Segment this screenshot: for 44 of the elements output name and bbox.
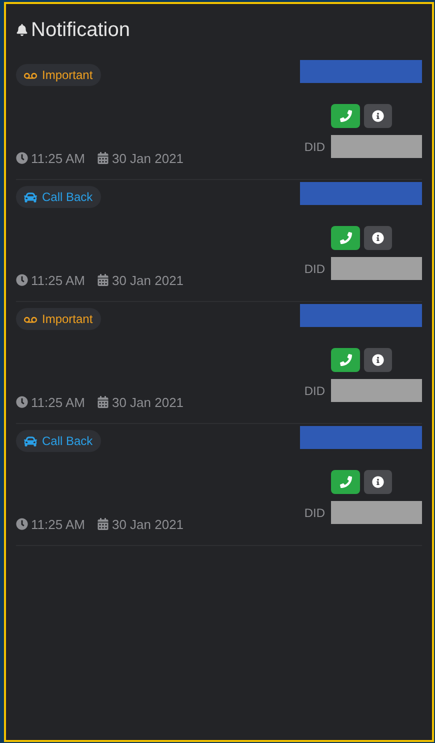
call-button[interactable] xyxy=(331,226,360,250)
time-text: 11:25 AM xyxy=(31,394,85,412)
did-label: DID xyxy=(304,382,325,400)
tag-badge: Important xyxy=(16,308,101,330)
time-text: 11:25 AM xyxy=(31,150,85,168)
did-label: DID xyxy=(304,260,325,278)
tag-badge: Call Back xyxy=(16,430,101,452)
date-text: 30 Jan 2021 xyxy=(112,150,184,168)
clock-icon xyxy=(16,518,28,530)
info-button[interactable] xyxy=(364,226,392,250)
did-label: DID xyxy=(304,138,325,156)
phone-icon xyxy=(340,476,352,488)
call-button[interactable] xyxy=(331,104,360,128)
info-icon xyxy=(372,476,384,488)
info-button[interactable] xyxy=(364,104,392,128)
panel-title: Notification xyxy=(31,20,130,40)
calendar-icon xyxy=(96,152,109,164)
info-icon xyxy=(372,354,384,366)
car-icon xyxy=(24,190,37,204)
clock-icon xyxy=(16,396,28,408)
call-button[interactable] xyxy=(331,348,360,372)
date-text: 30 Jan 2021 xyxy=(112,516,184,534)
info-icon xyxy=(372,110,384,122)
bell-icon xyxy=(16,24,28,36)
did-label: DID xyxy=(304,504,325,522)
info-button[interactable] xyxy=(364,348,392,372)
calendar-icon xyxy=(96,274,109,286)
tag-badge: Call Back xyxy=(16,186,101,208)
time-text: 11:25 AM xyxy=(31,272,85,290)
calendar-icon xyxy=(96,396,109,408)
tag-badge: Important xyxy=(16,64,101,86)
info-icon xyxy=(372,232,384,244)
call-button[interactable] xyxy=(331,470,360,494)
info-button[interactable] xyxy=(364,470,392,494)
clock-icon xyxy=(16,274,28,286)
calendar-icon xyxy=(96,518,109,530)
time-text: 11:25 AM xyxy=(31,516,85,534)
car-icon xyxy=(24,434,37,448)
date-text: 30 Jan 2021 xyxy=(112,272,184,290)
date-text: 30 Jan 2021 xyxy=(112,394,184,412)
phone-icon xyxy=(340,232,352,244)
phone-icon xyxy=(340,354,352,366)
phone-icon xyxy=(340,110,352,122)
clock-icon xyxy=(16,152,28,164)
